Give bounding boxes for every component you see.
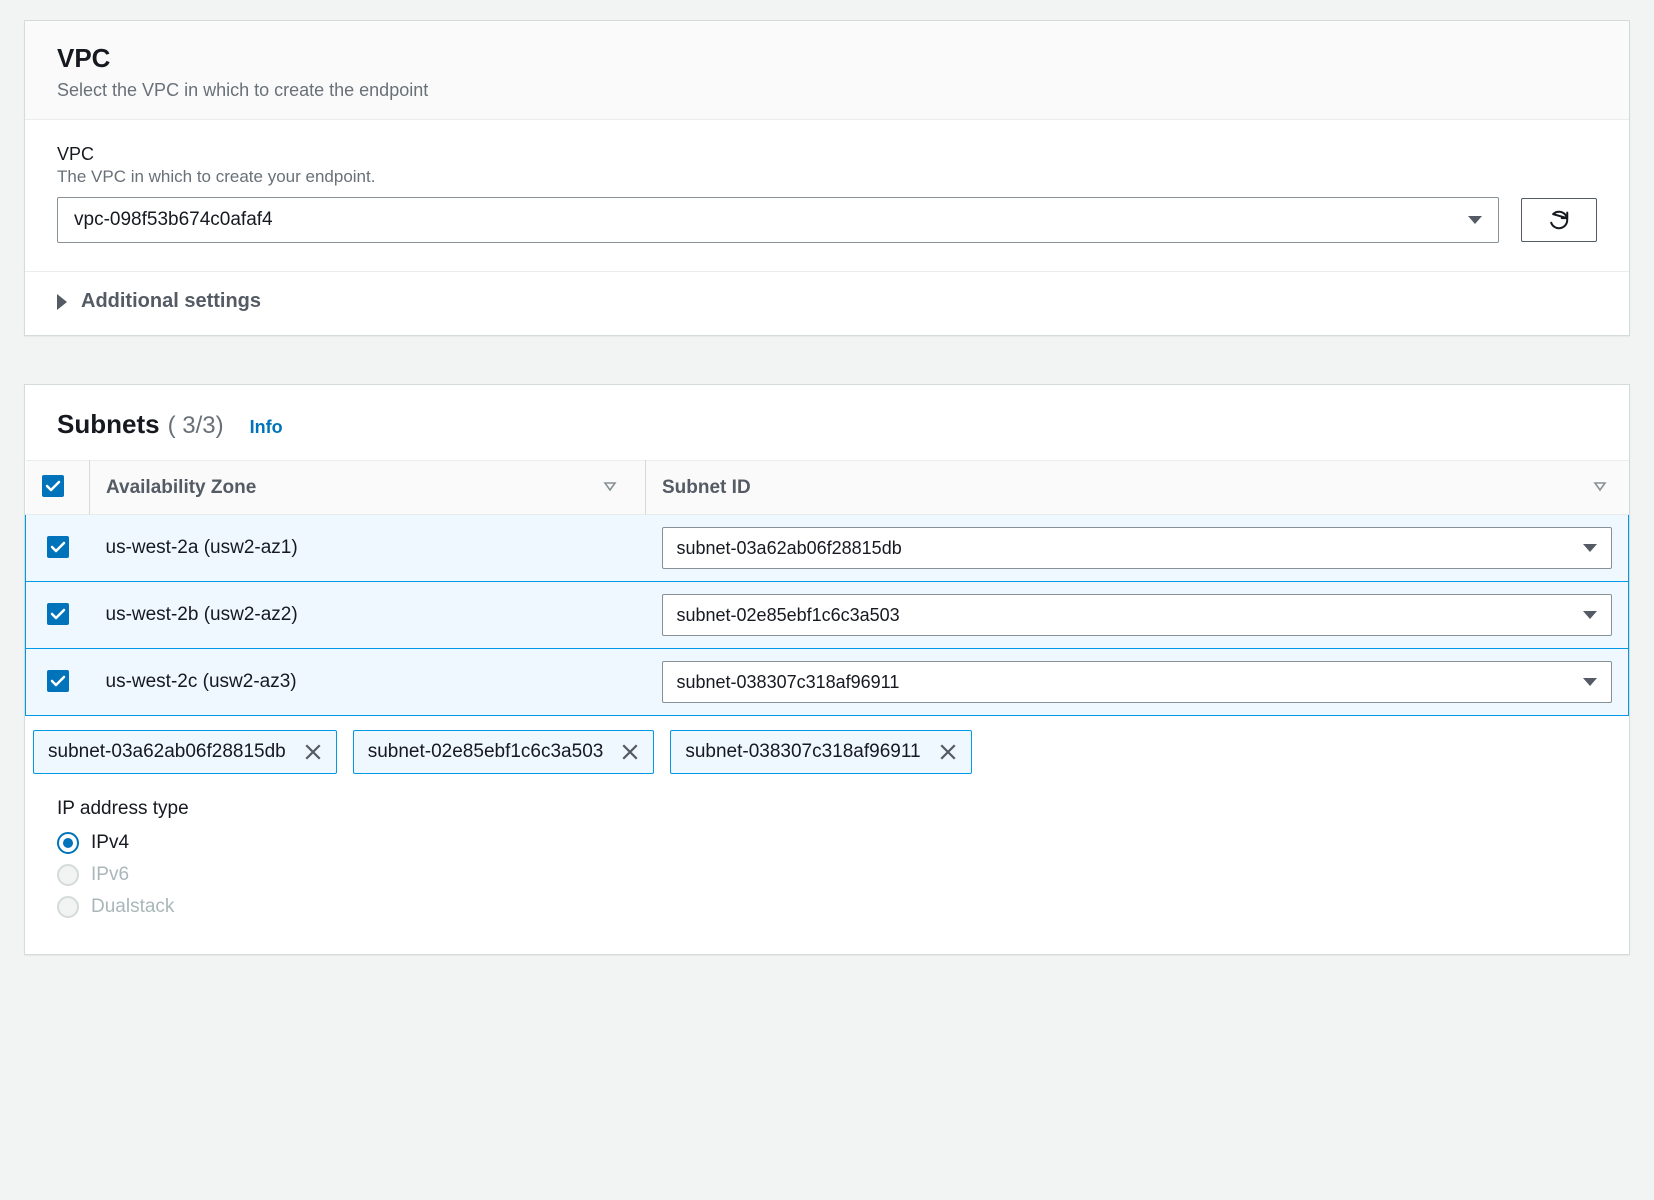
radio-ipv6: IPv6 xyxy=(57,864,1597,886)
radio-icon xyxy=(57,832,79,854)
table-row[interactable]: us-west-2a (usw2-az1) subnet-03a62ab06f2… xyxy=(26,515,1629,582)
subnet-select-value: subnet-03a62ab06f28815db xyxy=(677,538,902,559)
subnet-token: subnet-02e85ebf1c6c3a503 xyxy=(353,730,655,774)
select-all-checkbox[interactable] xyxy=(42,475,64,497)
radio-label: IPv4 xyxy=(91,832,129,854)
check-icon xyxy=(45,478,61,494)
additional-settings-label: Additional settings xyxy=(81,290,261,313)
additional-settings-toggle[interactable]: Additional settings xyxy=(57,290,1597,313)
radio-icon xyxy=(57,864,79,886)
check-icon xyxy=(50,673,66,689)
subnets-title: Subnets xyxy=(57,409,160,440)
subnet-select-value: subnet-038307c318af96911 xyxy=(677,672,900,693)
close-icon[interactable] xyxy=(304,743,322,761)
vpc-panel-title: VPC xyxy=(57,43,1597,74)
table-row[interactable]: us-west-2c (usw2-az3) subnet-038307c318a… xyxy=(26,649,1629,716)
table-row[interactable]: us-west-2b (usw2-az2) subnet-02e85ebf1c6… xyxy=(26,582,1629,649)
token-label: subnet-038307c318af96911 xyxy=(685,741,920,763)
check-icon xyxy=(50,606,66,622)
chevron-down-icon xyxy=(1583,611,1597,619)
sort-icon[interactable] xyxy=(597,477,623,499)
row-checkbox[interactable] xyxy=(47,603,69,625)
vpc-field-label: VPC xyxy=(57,144,1597,165)
subnets-panel: Subnets ( 3/3) Info Availability Zone xyxy=(24,384,1630,955)
subnet-select[interactable]: subnet-038307c318af96911 xyxy=(662,661,1613,703)
subnet-select[interactable]: subnet-02e85ebf1c6c3a503 xyxy=(662,594,1613,636)
vpc-select-value: vpc-098f53b674c0afaf4 xyxy=(74,209,273,231)
vpc-panel: VPC Select the VPC in which to create th… xyxy=(24,20,1630,336)
az-value: us-west-2c (usw2-az3) xyxy=(106,671,297,692)
token-label: subnet-03a62ab06f28815db xyxy=(48,741,286,763)
subnet-select-value: subnet-02e85ebf1c6c3a503 xyxy=(677,605,900,626)
chevron-down-icon xyxy=(1583,544,1597,552)
subnet-token: subnet-03a62ab06f28815db xyxy=(33,730,337,774)
row-checkbox[interactable] xyxy=(47,536,69,558)
az-value: us-west-2b (usw2-az2) xyxy=(106,604,298,625)
chevron-down-icon xyxy=(1583,678,1597,686)
subnets-table: Availability Zone Subnet ID xyxy=(25,460,1629,716)
vpc-panel-header: VPC Select the VPC in which to create th… xyxy=(25,21,1629,120)
col-az-label[interactable]: Availability Zone xyxy=(106,477,256,498)
subnet-token-row: subnet-03a62ab06f28815db subnet-02e85ebf… xyxy=(25,716,1629,780)
vpc-field-help: The VPC in which to create your endpoint… xyxy=(57,167,1597,187)
chevron-down-icon xyxy=(1468,216,1482,224)
radio-label: Dualstack xyxy=(91,896,174,918)
radio-icon xyxy=(57,896,79,918)
subnets-header: Subnets ( 3/3) Info xyxy=(25,385,1629,460)
info-link[interactable]: Info xyxy=(250,417,283,438)
row-checkbox[interactable] xyxy=(47,670,69,692)
ip-address-type-label: IP address type xyxy=(57,798,1597,820)
radio-dualstack: Dualstack xyxy=(57,896,1597,918)
additional-settings-accordion: Additional settings xyxy=(25,272,1629,335)
vpc-panel-body: VPC The VPC in which to create your endp… xyxy=(25,120,1629,272)
check-icon xyxy=(50,539,66,555)
vpc-select[interactable]: vpc-098f53b674c0afaf4 xyxy=(57,197,1499,243)
sort-icon[interactable] xyxy=(1593,477,1607,499)
ip-address-type-section: IP address type IPv4 IPv6 Dualstack xyxy=(25,780,1629,954)
col-subnet-id-label[interactable]: Subnet ID xyxy=(662,477,751,498)
subnet-token: subnet-038307c318af96911 xyxy=(670,730,971,774)
close-icon[interactable] xyxy=(621,743,639,761)
vpc-panel-subtitle: Select the VPC in which to create the en… xyxy=(57,80,1597,101)
az-value: us-west-2a (usw2-az1) xyxy=(106,537,298,558)
token-label: subnet-02e85ebf1c6c3a503 xyxy=(368,741,604,763)
chevron-right-icon xyxy=(57,294,67,310)
subnet-select[interactable]: subnet-03a62ab06f28815db xyxy=(662,527,1613,569)
radio-ipv4[interactable]: IPv4 xyxy=(57,832,1597,854)
close-icon[interactable] xyxy=(939,743,957,761)
refresh-icon xyxy=(1548,209,1570,231)
subnets-count: ( 3/3) xyxy=(168,412,224,440)
radio-label: IPv6 xyxy=(91,864,129,886)
refresh-button[interactable] xyxy=(1521,198,1597,242)
